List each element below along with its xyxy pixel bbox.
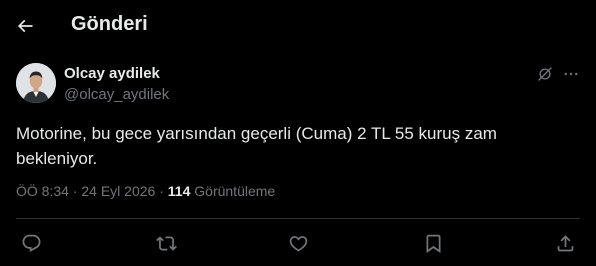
arrow-left-icon bbox=[17, 19, 33, 33]
reply-button[interactable] bbox=[19, 231, 43, 255]
post-date[interactable]: 24 Eyl 2026 bbox=[81, 183, 155, 199]
divider bbox=[16, 218, 580, 219]
like-button[interactable] bbox=[286, 231, 310, 255]
author-name[interactable]: Olcay aydilek bbox=[64, 65, 160, 82]
meta-separator: · bbox=[68, 183, 82, 199]
more-horizontal-icon bbox=[564, 72, 578, 76]
share-icon bbox=[557, 234, 573, 251]
share-button[interactable] bbox=[553, 231, 577, 255]
post-meta: ÖÖ 8:34 · 24 Eyl 2026 · 114 Görüntüleme bbox=[16, 183, 275, 199]
top-bar: Gönderi bbox=[0, 0, 596, 52]
views-label: Görüntüleme bbox=[190, 183, 276, 199]
page-title: Gönderi bbox=[71, 13, 148, 35]
bookmark-icon bbox=[426, 234, 440, 253]
more-button[interactable] bbox=[561, 64, 581, 84]
action-bar bbox=[0, 222, 596, 264]
retweet-icon bbox=[155, 235, 177, 251]
retweet-button[interactable] bbox=[154, 231, 178, 255]
author-handle[interactable]: @olcay_aydilek bbox=[64, 86, 169, 103]
like-icon bbox=[289, 235, 307, 252]
post-text: Motorine, bu gece yarısından geçerli (Cu… bbox=[16, 124, 497, 168]
grok-icon bbox=[538, 67, 552, 81]
avatar-photo-icon bbox=[16, 63, 56, 103]
views-count: 114 bbox=[167, 183, 191, 199]
post-time[interactable]: ÖÖ 8:34 bbox=[16, 183, 69, 199]
grok-button[interactable] bbox=[535, 64, 555, 84]
bookmark-button[interactable] bbox=[421, 231, 445, 255]
meta-separator: · bbox=[155, 183, 168, 199]
back-button[interactable] bbox=[10, 11, 40, 41]
reply-icon bbox=[22, 234, 40, 252]
avatar[interactable] bbox=[16, 63, 56, 103]
